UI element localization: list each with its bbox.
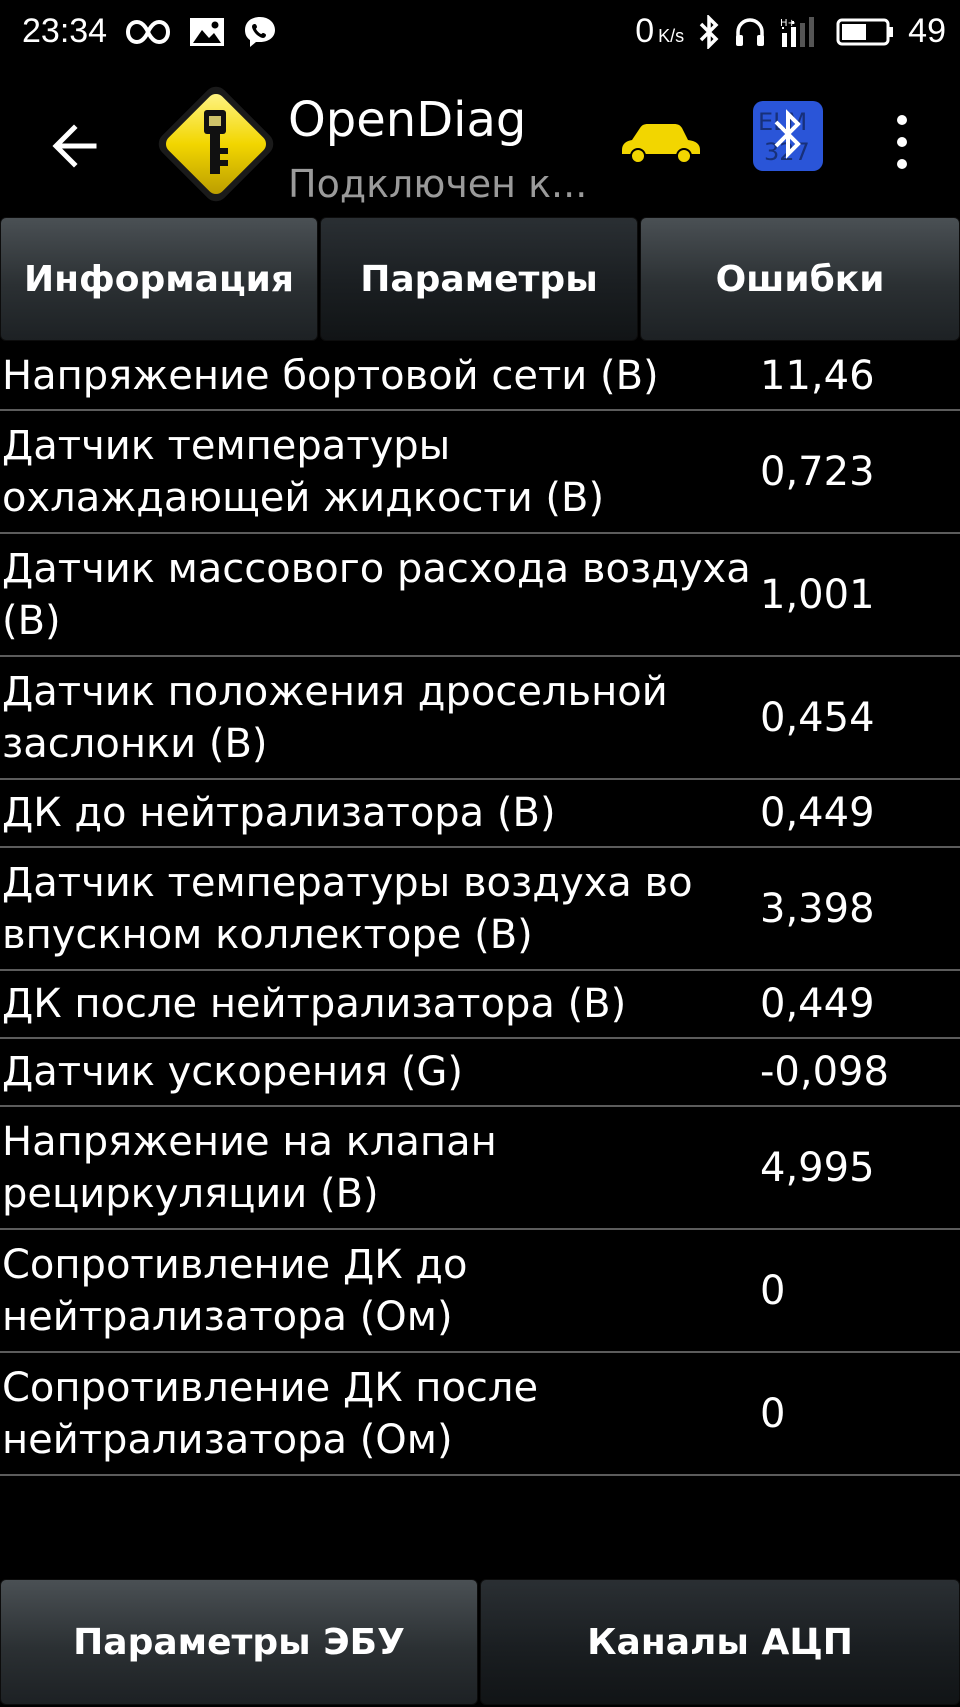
param-row[interactable]: Датчик массового расхода воздуха (В) 1,0… <box>0 534 960 657</box>
bluetooth-icon <box>698 14 720 49</box>
param-row[interactable]: Датчик температуры воздуха во впускном к… <box>0 848 960 971</box>
param-name: ДК до нейтрализатора (В) <box>2 790 556 836</box>
bluetooth-elm327-icon[interactable]: ELM 327 <box>752 100 824 172</box>
tab-parameters-label: Параметры <box>360 258 598 300</box>
param-value: 11,46 <box>760 353 875 399</box>
param-row[interactable]: Датчик температуры охлаждающей жидкости … <box>0 411 960 534</box>
param-value: 1,001 <box>760 571 875 618</box>
tab-errors-label: Ошибки <box>715 258 885 300</box>
param-row[interactable]: Датчик ускорения (G) -0,098 <box>0 1039 960 1107</box>
param-name: Сопротивление ДК после нейтрализатора (О… <box>2 1364 539 1463</box>
param-name: ДК после нейтрализатора (В) <box>2 981 627 1027</box>
param-value: 0,723 <box>760 448 875 495</box>
param-row[interactable]: Напряжение на клапан рециркуляции (В) 4,… <box>0 1107 960 1230</box>
ecu-parameters-button[interactable]: Параметры ЭБУ <box>0 1579 478 1705</box>
tab-bar: Информация Параметры Ошибки <box>0 215 960 343</box>
param-name: Датчик температуры охлаждающей жидкости … <box>2 422 605 521</box>
param-name: Сопротивление ДК до нейтрализатора (Ом) <box>2 1241 468 1340</box>
action-bar: OpenDiag Подключен к... ELM 327 <box>0 70 960 215</box>
signal-icon: H+ <box>780 15 822 49</box>
parameter-list: Напряжение бортовой сети (В) 11,46 Датчи… <box>0 343 960 1476</box>
ecu-parameters-label: Параметры ЭБУ <box>73 1621 405 1663</box>
param-row[interactable]: Датчик положения дросельной заслонки (В)… <box>0 657 960 780</box>
param-name: Датчик температуры воздуха во впускном к… <box>2 859 693 958</box>
network-speed-unit: K/s <box>658 26 685 46</box>
param-name: Напряжение на клапан рециркуляции (В) <box>2 1118 497 1217</box>
tab-parameters[interactable]: Параметры <box>320 217 638 341</box>
viber-icon <box>243 15 277 49</box>
param-value: 0,449 <box>760 981 875 1027</box>
network-speed-value: 0 <box>635 12 655 50</box>
tab-information-label: Информация <box>24 258 294 300</box>
param-name: Датчик ускорения (G) <box>2 1049 463 1095</box>
image-icon <box>189 16 225 48</box>
car-icon[interactable] <box>616 116 706 166</box>
infinity-icon <box>125 18 171 46</box>
param-row[interactable]: ДК после нейтрализатора (В) 0,449 <box>0 971 960 1039</box>
param-name: Напряжение бортовой сети (В) <box>2 353 659 399</box>
status-time: 23:34 <box>22 12 108 50</box>
param-value: 0,454 <box>760 694 875 741</box>
adc-channels-button[interactable]: Каналы АЦП <box>480 1579 960 1705</box>
param-name: Датчик массового расхода воздуха (В) <box>2 545 751 644</box>
param-value: 0,449 <box>760 790 875 836</box>
key-diamond-logo-icon <box>148 76 284 212</box>
tab-errors[interactable]: Ошибки <box>640 217 960 341</box>
app-title: OpenDiag <box>288 92 527 148</box>
param-row[interactable]: ДК до нейтрализатора (В) 0,449 <box>0 780 960 848</box>
status-bar: 23:34 0 K/s H+ 49 <box>0 0 960 70</box>
param-row[interactable]: Сопротивление ДК после нейтрализатора (О… <box>0 1353 960 1476</box>
param-name: Датчик положения дросельной заслонки (В) <box>2 668 668 767</box>
tab-information[interactable]: Информация <box>0 217 318 341</box>
param-value: 4,995 <box>760 1144 875 1191</box>
headphones-icon <box>734 16 766 48</box>
back-arrow-icon[interactable] <box>48 118 104 174</box>
param-row[interactable]: Напряжение бортовой сети (В) 11,46 <box>0 343 960 411</box>
battery-level: 49 <box>908 12 946 50</box>
connection-status: Подключен к... <box>288 162 588 206</box>
adc-channels-label: Каналы АЦП <box>587 1621 853 1663</box>
param-value: 0 <box>760 1267 786 1314</box>
param-value: -0,098 <box>760 1049 889 1095</box>
overflow-menu-icon[interactable] <box>884 110 920 174</box>
param-value: 3,398 <box>760 885 875 932</box>
param-value: 0 <box>760 1390 786 1437</box>
battery-icon <box>836 17 894 47</box>
bottom-button-bar: Параметры ЭБУ Каналы АЦП <box>0 1577 960 1707</box>
svg-text:ELM: ELM <box>758 108 807 136</box>
param-row[interactable]: Сопротивление ДК до нейтрализатора (Ом) … <box>0 1230 960 1353</box>
